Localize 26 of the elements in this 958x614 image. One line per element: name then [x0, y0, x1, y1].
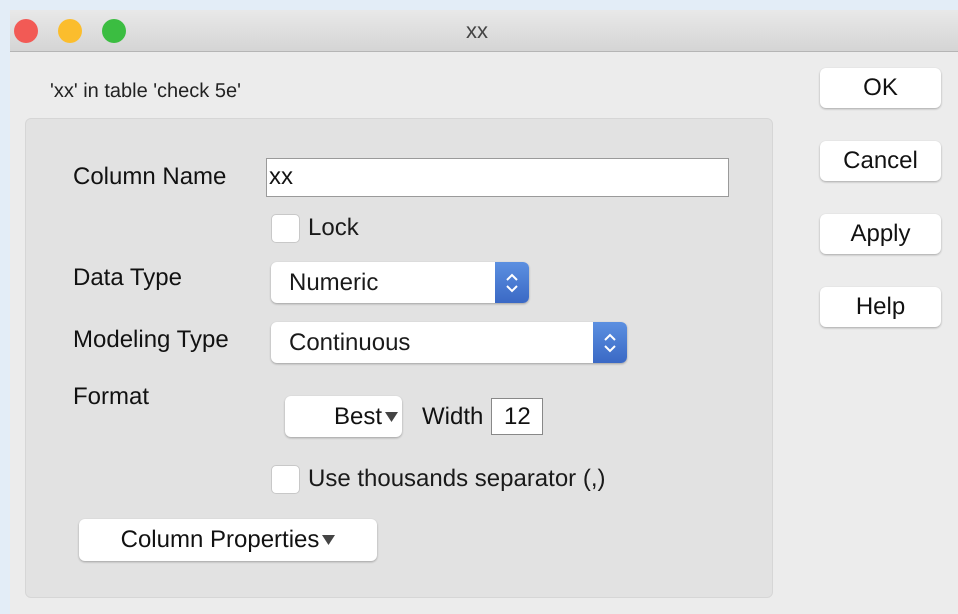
format-dropdown[interactable]: Best	[285, 396, 402, 437]
zoom-button[interactable]	[102, 18, 126, 42]
dropdown[interactable]: Numeric	[271, 262, 529, 303]
checkbox-label: Use thousands separator (,)	[308, 464, 606, 494]
field-label: Column Name	[73, 162, 228, 192]
checkbox[interactable]	[271, 214, 300, 242]
checkbox-label: Lock	[308, 213, 359, 243]
dialog-button[interactable]: Cancel	[820, 141, 941, 181]
width-label: Width	[422, 402, 484, 432]
field-label: Modeling Type	[73, 325, 230, 355]
column-properties-dropdown[interactable]: Column Properties	[79, 519, 377, 561]
field-label: Format	[73, 382, 150, 412]
table-caption: 'xx' in table 'check 5e'	[49, 79, 242, 104]
caret-icon	[322, 535, 336, 545]
field-label: Data Type	[73, 263, 183, 293]
dialog-button[interactable]: Apply	[820, 214, 941, 254]
dialog-button[interactable]: Help	[820, 287, 941, 327]
minimize-button[interactable]	[58, 18, 82, 42]
dialog-button[interactable]: OK	[820, 68, 941, 108]
caret-icon	[385, 412, 398, 422]
window-title: xx	[466, 17, 488, 45]
close-button[interactable]	[14, 18, 38, 42]
dropdown[interactable]: Continuous	[271, 322, 627, 363]
checkbox[interactable]	[271, 464, 300, 494]
column-name-field[interactable]: xx	[266, 158, 729, 196]
width-field[interactable]: 12	[491, 398, 544, 435]
